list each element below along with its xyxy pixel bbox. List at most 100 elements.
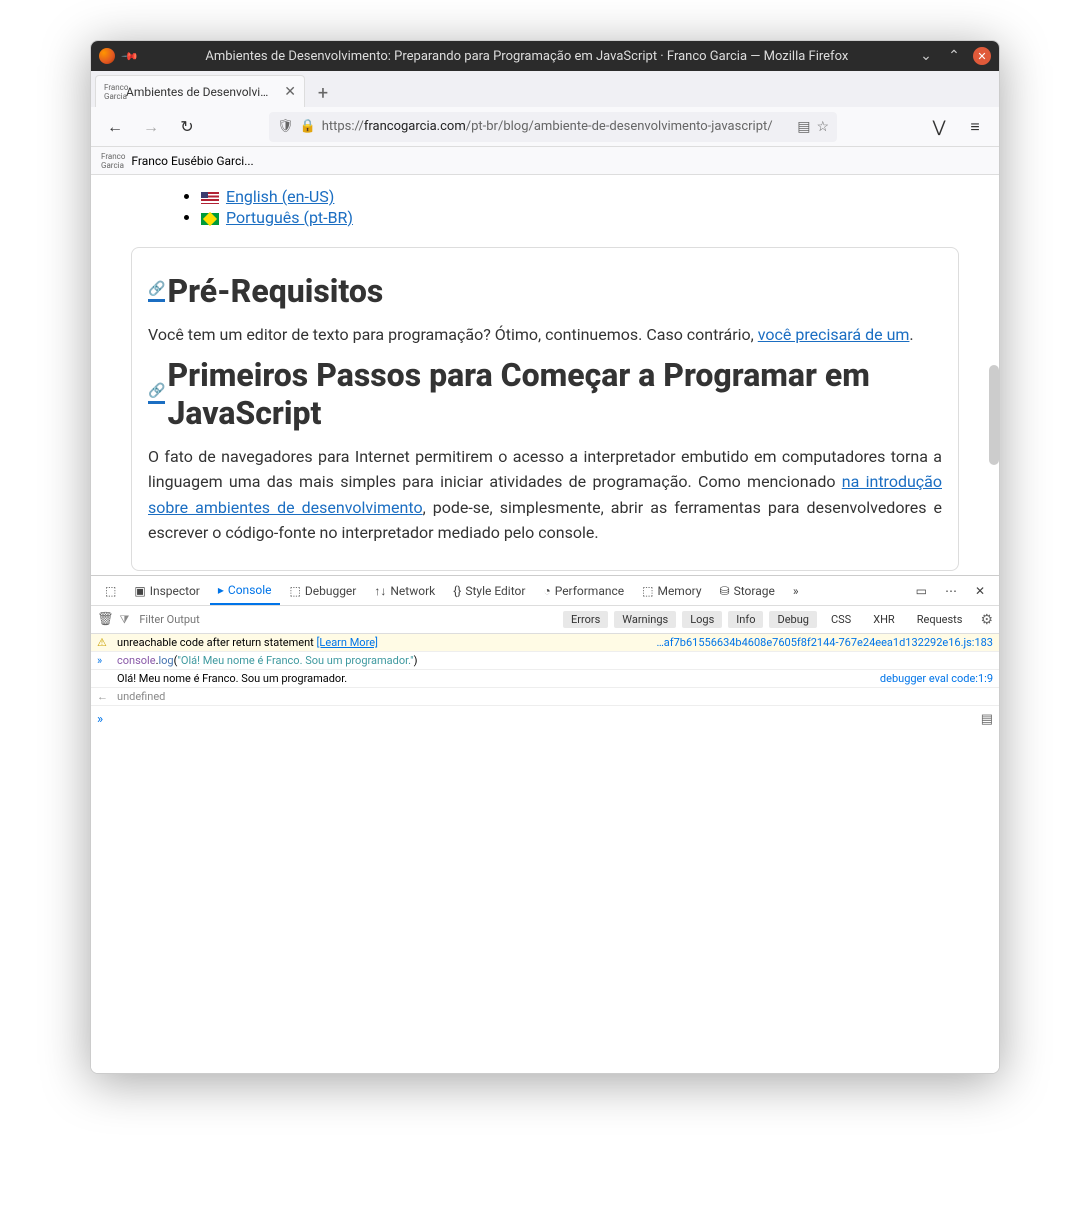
warning-text: unreachable code after return statement … [117, 636, 650, 649]
tab-storage[interactable]: ⛁Storage [712, 577, 783, 605]
filter-css[interactable]: CSS [823, 611, 859, 628]
clear-console-button[interactable]: 🗑 [97, 612, 114, 627]
tab-inspector[interactable]: ▣Inspector [126, 577, 208, 605]
filter-funnel-icon: ⧩ [120, 613, 130, 627]
menu-button[interactable]: ≡ [961, 113, 989, 141]
tab-memory[interactable]: ⬚Memory [634, 577, 709, 605]
devtools-close-button[interactable]: ✕ [967, 577, 993, 605]
heading-first-steps: 🔗Primeiros Passos para Começar a Program… [148, 356, 942, 432]
shield-icon: 🛡 [277, 119, 294, 134]
filter-requests[interactable]: Requests [909, 611, 971, 628]
input-chevron-icon: » [97, 654, 111, 667]
lock-icon: 🔒 [300, 119, 316, 134]
tabs-overflow-button[interactable]: » [785, 577, 807, 605]
devtools-menu-button[interactable]: ⋯ [937, 577, 965, 605]
picker-icon: ⬚ [105, 584, 116, 598]
tab-performance[interactable]: ◔Performance [535, 577, 632, 605]
reload-button[interactable]: ↻ [173, 113, 201, 141]
tab-debugger[interactable]: ⬚Debugger [282, 577, 365, 605]
bookmark-item[interactable]: Franco Eusébio Garci... [131, 154, 253, 168]
window-title: Ambientes de Desenvolvimento: Preparando… [137, 49, 917, 64]
warning-source[interactable]: …af7b61556634b4608e7605f8f2144-767e24eea… [656, 636, 993, 649]
flag-us-icon [201, 192, 219, 204]
flag-br-icon [201, 213, 219, 225]
filter-debug[interactable]: Debug [769, 611, 816, 628]
tab-style-editor[interactable]: {}Style Editor [445, 577, 533, 605]
language-link-pt[interactable]: Português (pt-BR) [226, 208, 353, 227]
article-card: 🔗Pré-Requisitos Você tem um editor de te… [131, 247, 959, 571]
learn-more-link[interactable]: [Learn More] [317, 636, 378, 649]
scrollbar-thumb[interactable] [989, 365, 999, 465]
console-warning-row: ⚠ unreachable code after return statemen… [91, 634, 999, 652]
filter-xhr[interactable]: XHR [865, 611, 903, 628]
responsive-mode-button[interactable]: ▭ [908, 577, 935, 605]
list-item: Português (pt-BR) [201, 208, 949, 227]
filter-input[interactable] [139, 613, 259, 626]
split-console-button[interactable]: ▤ [981, 712, 993, 727]
firefox-icon [99, 48, 115, 64]
filter-warnings[interactable]: Warnings [614, 611, 676, 628]
paragraph: O fato de navegadores para Internet perm… [148, 444, 942, 546]
network-icon: ↑↓ [374, 584, 386, 598]
tab-favicon: FrancoGarcia [104, 83, 120, 101]
overflow-icon: » [793, 584, 799, 598]
console-empty-area [91, 733, 999, 1073]
browser-tab[interactable]: FrancoGarcia Ambientes de Desenvolvimen … [95, 75, 305, 107]
devtools-tabs: ⬚ ▣Inspector ▸Console ⬚Debugger ↑↓Networ… [91, 576, 999, 606]
devtools-panel: ⬚ ▣Inspector ▸Console ⬚Debugger ↑↓Networ… [91, 575, 999, 1073]
language-link-en[interactable]: English (en-US) [226, 187, 334, 206]
console-input[interactable] [109, 713, 975, 727]
console-input-row: » console.log("Olá! Meu nome é Franco. S… [91, 652, 999, 670]
console-return-row: ← undefined [91, 688, 999, 706]
console-icon: ▸ [218, 583, 224, 597]
nav-toolbar: ← → ↻ 🛡 🔒 https://francogarcia.com/pt-br… [91, 107, 999, 147]
tab-close-button[interactable]: ✕ [284, 84, 296, 100]
page-content: English (en-US) Português (pt-BR) 🔗Pré-R… [91, 175, 999, 575]
tab-console[interactable]: ▸Console [210, 577, 280, 605]
kebab-icon: ⋯ [945, 584, 957, 598]
filter-info[interactable]: Info [728, 611, 763, 628]
prompt-chevron-icon: » [97, 712, 103, 727]
console-prompt: » ▤ [91, 706, 999, 733]
close-button[interactable]: ✕ [973, 47, 991, 65]
new-tab-button[interactable]: + [309, 79, 337, 107]
titlebar: 📌 Ambientes de Desenvolvimento: Preparan… [91, 41, 999, 71]
pocket-icon[interactable]: ⋁ [925, 113, 953, 141]
warning-icon: ⚠ [97, 636, 111, 649]
anchor-link-icon[interactable]: 🔗 [148, 281, 165, 302]
tab-title: Ambientes de Desenvolvimen [126, 85, 274, 99]
bookmark-favicon: FrancoGarcia [101, 152, 125, 170]
bookmark-star-icon[interactable]: ☆ [816, 119, 829, 135]
return-arrow-icon: ← [97, 690, 111, 703]
console-settings-button[interactable]: ⚙ [980, 612, 993, 628]
filter-errors[interactable]: Errors [563, 611, 608, 628]
memory-icon: ⬚ [642, 584, 653, 598]
console-output-row: Olá! Meu nome é Franco. Sou um programad… [91, 670, 999, 688]
tab-network[interactable]: ↑↓Network [366, 577, 443, 605]
url-bar[interactable]: 🛡 🔒 https://francogarcia.com/pt-br/blog/… [269, 112, 837, 142]
output-source[interactable]: debugger eval code:1:9 [880, 672, 993, 685]
element-picker-button[interactable]: ⬚ [97, 577, 124, 605]
input-code: console.log("Olá! Meu nome é Franco. Sou… [117, 654, 993, 667]
forward-button[interactable]: → [137, 113, 165, 141]
maximize-button[interactable]: ⌃ [945, 47, 963, 65]
style-icon: {} [453, 584, 461, 598]
responsive-icon: ▭ [916, 584, 927, 598]
firefox-window: 📌 Ambientes de Desenvolvimento: Preparan… [90, 40, 1000, 1074]
minimize-button[interactable]: ⌄ [917, 47, 935, 65]
url-text: https://francogarcia.com/pt-br/blog/ambi… [322, 119, 792, 134]
performance-icon: ◔ [543, 584, 550, 598]
reader-mode-icon[interactable]: ▤ [797, 119, 810, 135]
anchor-link-icon[interactable]: 🔗 [148, 383, 165, 404]
paragraph: Você tem um editor de texto para program… [148, 322, 942, 348]
editor-link[interactable]: você precisará de um [758, 325, 910, 344]
tab-bar: FrancoGarcia Ambientes de Desenvolvimen … [91, 71, 999, 107]
console-output: ⚠ unreachable code after return statemen… [91, 634, 999, 706]
back-button[interactable]: ← [101, 113, 129, 141]
return-value: undefined [117, 690, 993, 703]
language-list: English (en-US) Português (pt-BR) [141, 187, 949, 227]
filter-logs[interactable]: Logs [682, 611, 722, 628]
output-text: Olá! Meu nome é Franco. Sou um programad… [117, 672, 874, 685]
heading-prerequisites: 🔗Pré-Requisitos [148, 272, 942, 310]
inspector-icon: ▣ [134, 584, 145, 598]
